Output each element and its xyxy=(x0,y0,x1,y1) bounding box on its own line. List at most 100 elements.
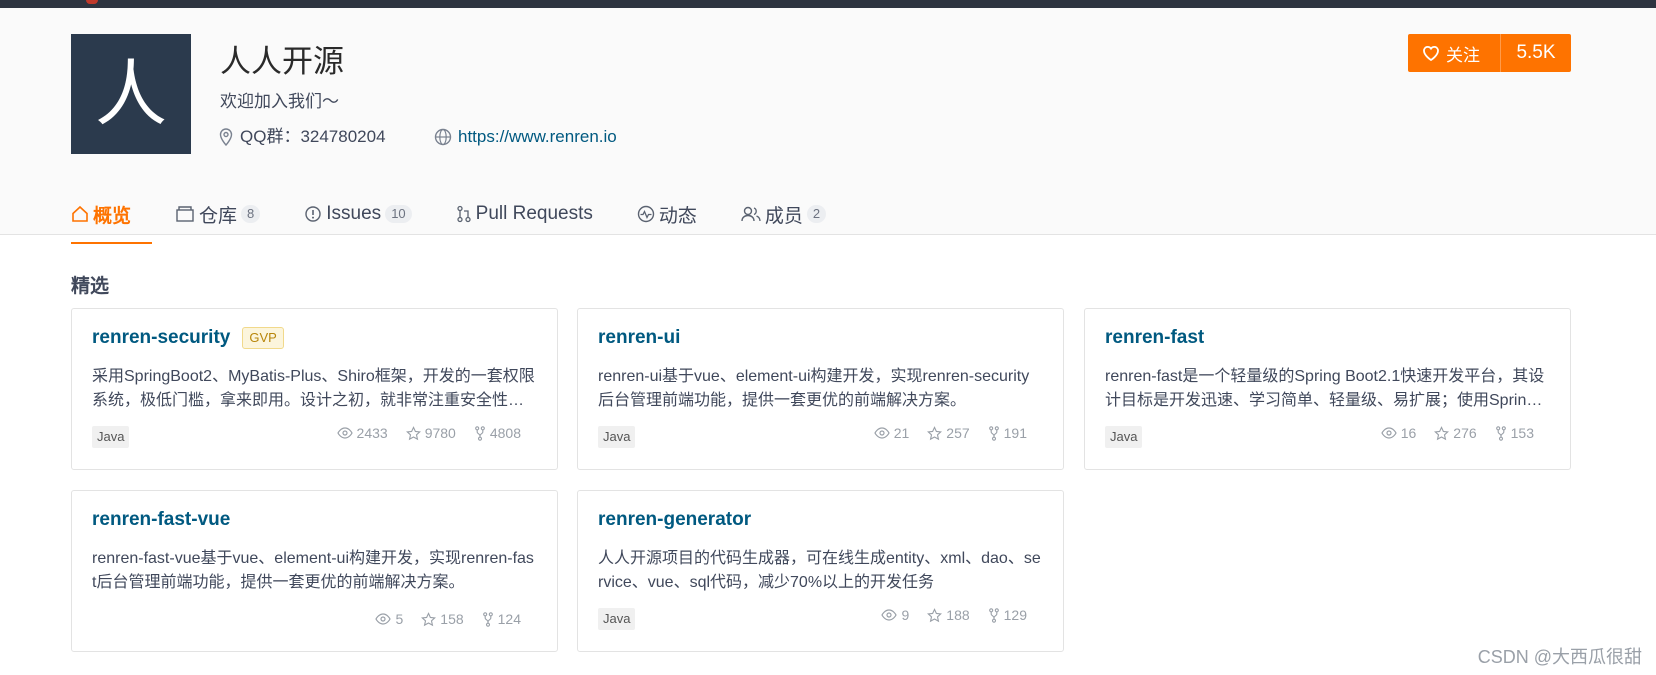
location-pin-icon xyxy=(219,128,233,146)
tab-label: 仓库 xyxy=(199,205,238,227)
eye-icon xyxy=(336,427,353,439)
fork-icon xyxy=(482,611,493,627)
watchers-count: 2433 xyxy=(356,425,388,441)
fork-icon xyxy=(988,425,999,441)
fork-icon xyxy=(988,607,999,623)
stars-count: 188 xyxy=(946,607,970,623)
repo-name-link[interactable]: renren-generator xyxy=(598,509,751,531)
tab-overview[interactable]: 概览 xyxy=(71,194,153,244)
org-name: 人人开源 xyxy=(220,44,344,79)
qq-text: QQ群：324780204 xyxy=(240,127,386,146)
eye-icon xyxy=(375,613,392,625)
star-icon xyxy=(405,425,421,440)
repo-stats: 2433 9780 4808 xyxy=(319,425,521,441)
repo-stats: 5 158 124 xyxy=(357,611,521,627)
repo-card[interactable]: renren-generator 人人开源项目的代码生成器，可在线生成entit… xyxy=(577,490,1064,652)
star-icon xyxy=(927,607,943,622)
watchers-count: 9 xyxy=(901,607,910,623)
repo-icon xyxy=(176,206,194,222)
tab-members[interactable]: 成员 2 xyxy=(741,194,827,234)
tab-issues[interactable]: Issues 10 xyxy=(304,194,412,234)
forks-stat: 4808 xyxy=(474,425,521,441)
tab-pull-requests[interactable]: Pull Requests xyxy=(456,194,593,234)
repo-name-link[interactable]: renren-fast-vue xyxy=(92,509,230,531)
language-tag: Java xyxy=(1105,426,1143,448)
follow-label: 关注 xyxy=(1446,45,1480,65)
org-description: 欢迎加入我们～ xyxy=(220,92,339,111)
watchers-stat: 5 xyxy=(375,611,403,627)
repo-stats: 16 276 153 xyxy=(1363,425,1534,441)
repo-description: renren-fast是一个轻量级的Spring Boot2.1快速开发平台，其… xyxy=(1105,368,1551,409)
forks-count: 129 xyxy=(1003,607,1027,623)
language-tag: Java xyxy=(92,426,130,448)
stars-count: 158 xyxy=(440,611,464,627)
forks-count: 191 xyxy=(1003,425,1027,441)
issues-count-badge: 10 xyxy=(385,205,412,223)
members-icon xyxy=(741,206,761,222)
repo-card[interactable]: renren-fast-vue renren-fast-vue基于vue、ele… xyxy=(71,490,558,652)
forks-stat: 191 xyxy=(988,425,1027,441)
watchers-count: 5 xyxy=(395,611,404,627)
forks-count: 4808 xyxy=(489,425,521,441)
repo-description: renren-fast-vue基于vue、element-ui构建开发，实现re… xyxy=(92,550,534,591)
watchers-stat: 21 xyxy=(874,425,910,441)
tab-activity[interactable]: 动态 xyxy=(637,194,697,234)
watchers-count: 16 xyxy=(1400,425,1417,441)
follow-count[interactable]: 5.5K xyxy=(1501,42,1571,64)
stars-stat: 188 xyxy=(927,607,970,623)
star-icon xyxy=(421,611,437,626)
stars-stat: 257 xyxy=(927,425,970,441)
website-link[interactable]: https://www.renren.io xyxy=(458,124,617,150)
gvp-badge: GVP xyxy=(242,327,284,349)
star-icon xyxy=(1434,425,1450,440)
star-icon xyxy=(927,425,943,440)
repo-card[interactable]: renren-ui renren-ui基于vue、element-ui构建开发，… xyxy=(577,308,1064,470)
tab-label: 成员 xyxy=(764,205,803,227)
forks-stat: 129 xyxy=(988,607,1027,623)
forks-stat: 153 xyxy=(1495,425,1534,441)
forks-count: 124 xyxy=(497,611,521,627)
eye-icon xyxy=(1381,427,1397,439)
tab-repositories[interactable]: 仓库 8 xyxy=(175,194,261,234)
repo-count-badge: 8 xyxy=(241,205,261,223)
language-tag: Java xyxy=(598,426,636,448)
follow-button[interactable]: 关注 5.5K xyxy=(1408,34,1571,72)
stars-stat: 158 xyxy=(421,611,464,627)
stars-count: 257 xyxy=(946,425,970,441)
tab-label: Issues xyxy=(326,203,382,224)
repo-name-link[interactable]: renren-security xyxy=(92,327,230,349)
logo-mark xyxy=(86,0,98,4)
tab-label: 动态 xyxy=(658,205,697,227)
watchers-stat: 9 xyxy=(881,607,909,623)
tab-label: Pull Requests xyxy=(475,203,593,224)
repo-description: 采用SpringBoot2、MyBatis-Plus、Shiro框架，开发的一套… xyxy=(92,368,535,409)
home-icon xyxy=(72,205,88,222)
follow-label-area[interactable]: 关注 xyxy=(1408,34,1501,72)
forks-count: 153 xyxy=(1510,425,1534,441)
repo-stats: 9 188 129 xyxy=(863,607,1027,623)
repo-stats: 21 257 191 xyxy=(856,425,1027,441)
org-avatar: 人 xyxy=(71,34,191,154)
repo-name-link[interactable]: renren-ui xyxy=(598,327,680,349)
language-tag: Java xyxy=(598,608,636,630)
watchers-stat: 2433 xyxy=(336,425,388,441)
repo-description: 人人开源项目的代码生成器，可在线生成entity、xml、dao、service… xyxy=(598,550,1041,591)
featured-section-title: 精选 xyxy=(71,276,110,297)
top-navbar xyxy=(0,0,1656,8)
stars-stat: 276 xyxy=(1434,425,1477,441)
org-header: 人 人人开源 欢迎加入我们～ QQ群：324780204 https://www… xyxy=(0,8,1656,244)
repo-card[interactable]: renren-security GVP 采用SpringBoot2、MyBati… xyxy=(71,308,558,470)
stars-count: 276 xyxy=(1453,425,1477,441)
members-count-badge: 2 xyxy=(806,205,827,223)
stars-count: 9780 xyxy=(424,425,456,441)
org-website: https://www.renren.io xyxy=(434,124,617,150)
org-qq: QQ群：324780204 xyxy=(218,124,386,150)
watchers-count: 21 xyxy=(893,425,910,441)
heart-icon xyxy=(1423,45,1439,61)
repo-description: renren-ui基于vue、element-ui构建开发，实现renren-s… xyxy=(598,368,1030,409)
tab-label: 概览 xyxy=(93,205,132,227)
watermark: CSDN @大西瓜很甜 xyxy=(1477,647,1642,667)
repo-name-link[interactable]: renren-fast xyxy=(1105,327,1204,349)
eye-icon xyxy=(874,427,890,439)
repo-card[interactable]: renren-fast renren-fast是一个轻量级的Spring Boo… xyxy=(1084,308,1571,470)
